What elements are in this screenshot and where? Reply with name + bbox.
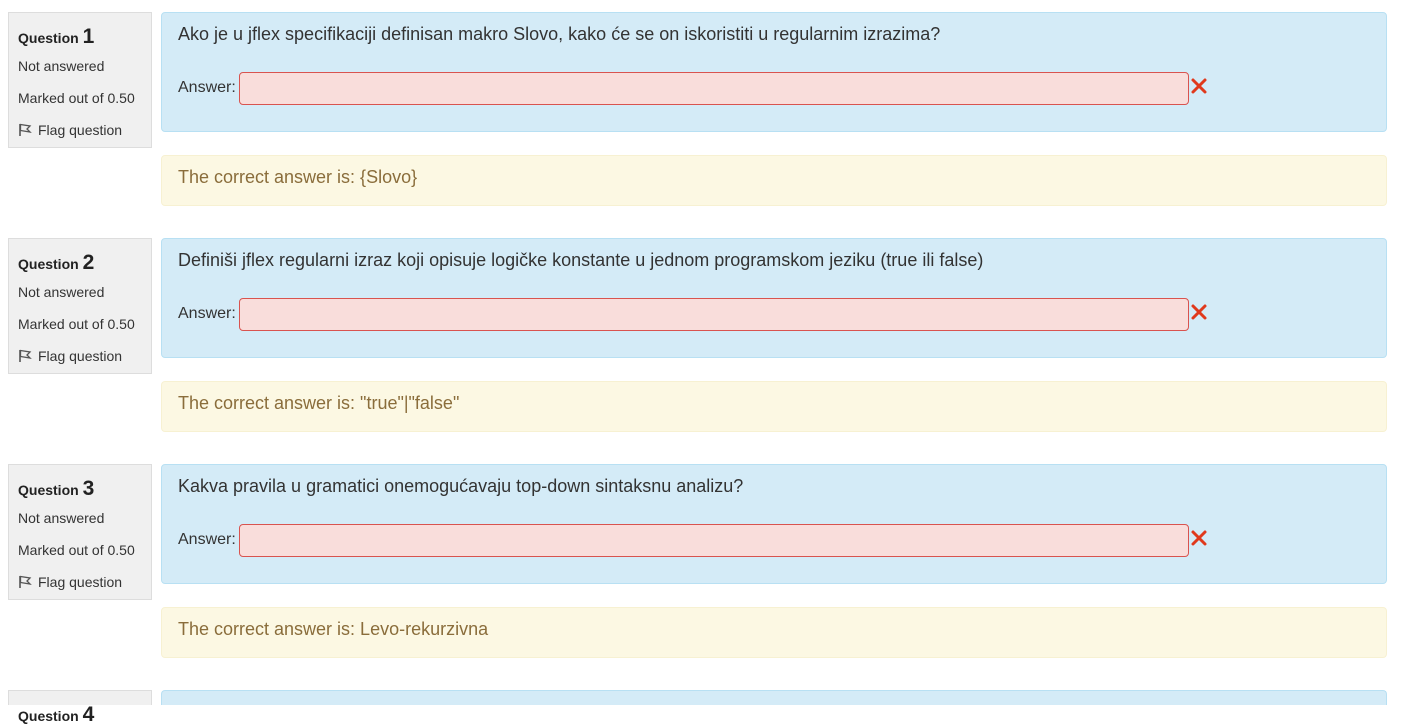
answer-input[interactable] (239, 72, 1189, 105)
flag-icon (19, 349, 32, 362)
question-formulation: Ako je u jflex specifikaciji definisan m… (161, 12, 1387, 132)
flag-question-button[interactable]: Flag question (18, 574, 122, 590)
question-number: Question 3 (18, 477, 94, 501)
question-number: Question 1 (18, 25, 94, 49)
question-state: Not answered (18, 510, 105, 526)
answer-label: Answer: (178, 531, 236, 548)
question-text: Definiši jflex regularni izraz koji opis… (178, 250, 984, 270)
answer-input[interactable] (239, 298, 1189, 331)
flag-icon (19, 575, 32, 588)
flag-question-button[interactable]: Flag question (18, 348, 122, 364)
flag-question-button[interactable]: Flag question (18, 122, 122, 138)
question-formulation (161, 690, 1387, 705)
correct-answer-text: The correct answer is: Levo-rekurzivna (178, 619, 489, 639)
question-number-value: 4 (82, 703, 95, 726)
flag-icon (19, 123, 32, 136)
question-label: Question (18, 30, 79, 46)
incorrect-x-icon (1191, 530, 1207, 546)
flag-question-label: Flag question (38, 574, 123, 590)
question-grade: Marked out of 0.50 (18, 542, 135, 558)
question-formulation: Kakva pravila u gramatici onemogućavaju … (161, 464, 1387, 584)
question-grade: Marked out of 0.50 (18, 90, 135, 106)
question-text: Ako je u jflex specifikaciji definisan m… (178, 24, 941, 44)
question-label: Question (18, 708, 79, 724)
question-label: Question (18, 256, 79, 272)
question-number: Question 4 (18, 703, 94, 727)
flag-question-label: Flag question (38, 348, 123, 364)
incorrect-x-icon (1191, 304, 1207, 320)
correct-answer-feedback: The correct answer is: "true"|"false" (161, 381, 1387, 432)
answer-label: Answer: (178, 305, 236, 322)
correct-answer-feedback: The correct answer is: {Slovo} (161, 155, 1387, 206)
correct-answer-feedback: The correct answer is: Levo-rekurzivna (161, 607, 1387, 658)
incorrect-x-icon (1191, 78, 1207, 94)
question-info: Question 1 Not answered Marked out of 0.… (8, 12, 152, 148)
question-label: Question (18, 482, 79, 498)
question-number-value: 2 (82, 251, 95, 274)
question-number-value: 3 (82, 477, 95, 500)
question-info: Question 3 Not answered Marked out of 0.… (8, 464, 152, 600)
correct-answer-text: The correct answer is: "true"|"false" (178, 393, 460, 413)
correct-answer-text: The correct answer is: {Slovo} (178, 167, 418, 187)
answer-label: Answer: (178, 79, 236, 96)
question-formulation: Definiši jflex regularni izraz koji opis… (161, 238, 1387, 358)
flag-question-label: Flag question (38, 122, 123, 138)
question-number: Question 2 (18, 251, 94, 275)
answer-input[interactable] (239, 524, 1189, 557)
question-info: Question 2 Not answered Marked out of 0.… (8, 238, 152, 374)
question-state: Not answered (18, 58, 105, 74)
question-grade: Marked out of 0.50 (18, 316, 135, 332)
question-state: Not answered (18, 284, 105, 300)
question-number-value: 1 (82, 25, 95, 48)
question-text: Kakva pravila u gramatici onemogućavaju … (178, 476, 744, 496)
question-info: Question 4 (8, 690, 152, 726)
